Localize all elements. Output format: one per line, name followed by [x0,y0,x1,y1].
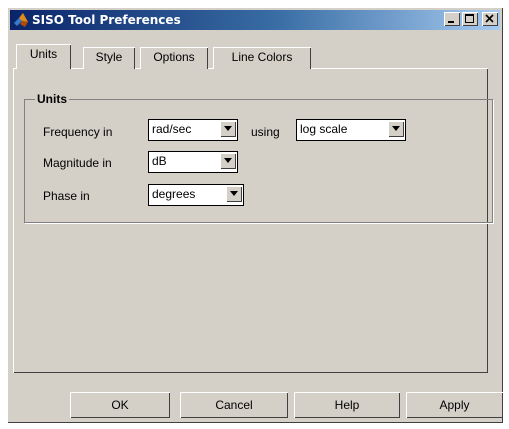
frequency-unit-value: rad/sec [152,122,192,136]
frequency-scale-value: log scale [300,122,348,136]
chevron-down-icon[interactable] [220,153,236,169]
minimize-button[interactable] [444,12,460,26]
help-button[interactable]: Help [294,392,400,418]
cancel-button[interactable]: Cancel [180,392,288,418]
title-bar[interactable]: SISO Tool Preferences [10,10,500,30]
tab-options[interactable]: Options [140,47,208,69]
maximize-button[interactable] [462,12,478,26]
close-button[interactable] [482,12,498,26]
apply-button[interactable]: Apply [406,392,503,418]
frequency-scale-select[interactable]: log scale [296,119,406,141]
phase-unit-select[interactable]: degrees [148,184,244,206]
using-label: using [251,125,280,139]
minimize-icon [448,21,454,23]
ok-button[interactable]: OK [70,392,170,418]
chevron-down-icon[interactable] [220,121,236,137]
close-icon [485,14,494,23]
magnitude-unit-value: dB [152,154,167,168]
frequency-unit-select[interactable]: rad/sec [148,119,238,141]
phase-unit-value: degrees [152,187,196,201]
chevron-down-icon[interactable] [226,186,242,202]
matlab-logo-icon [13,12,29,28]
frequency-label: Frequency in [43,125,113,139]
tab-line-colors[interactable]: Line Colors [213,47,311,69]
tab-units[interactable]: Units [16,44,71,69]
tab-style[interactable]: Style [83,47,135,69]
chevron-down-icon[interactable] [388,121,404,137]
magnitude-label: Magnitude in [43,156,112,170]
units-group-title: Units [35,92,69,106]
magnitude-unit-select[interactable]: dB [148,151,238,173]
window-title: SISO Tool Preferences [32,13,181,27]
maximize-icon [465,14,474,23]
phase-label: Phase in [43,189,90,203]
